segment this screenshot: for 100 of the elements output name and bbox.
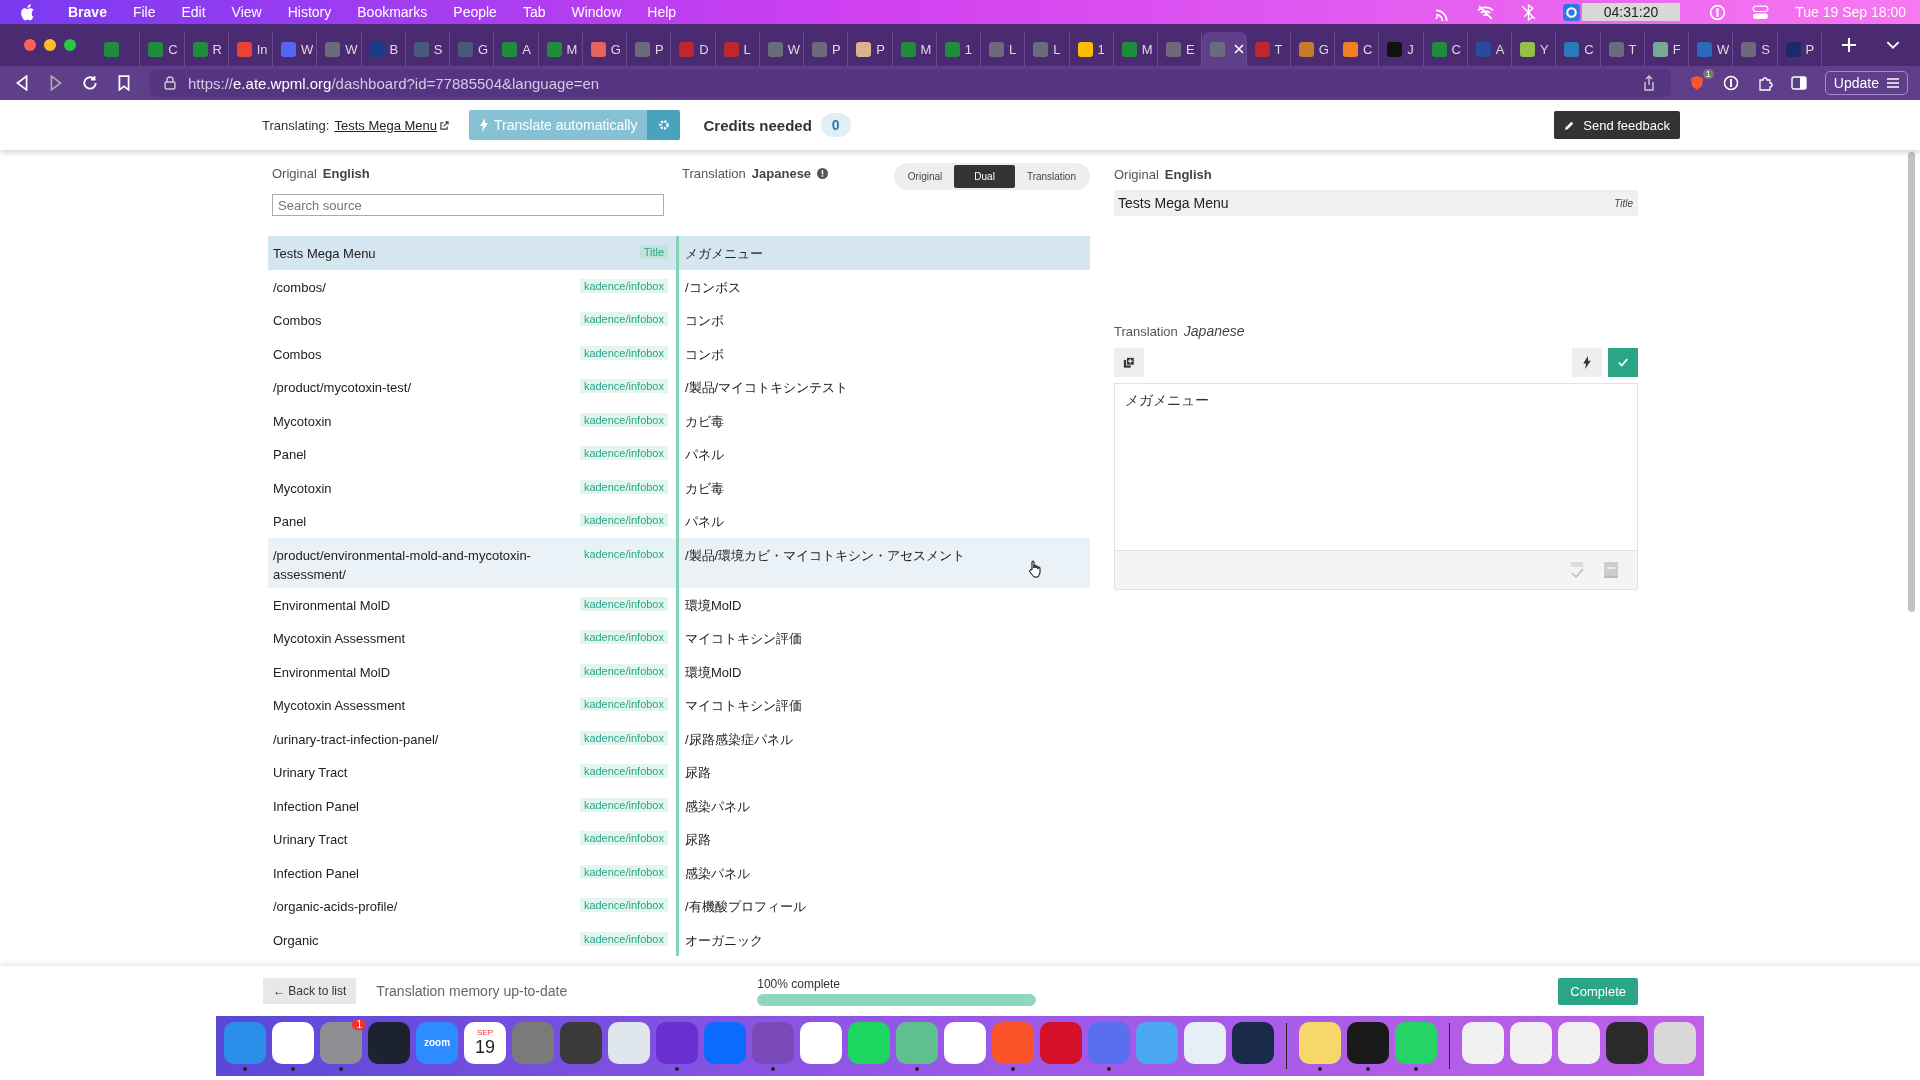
source-text: Mycotoxin Assessment — [273, 697, 406, 715]
segment-row[interactable]: Mycotoxin kadence/infobox カビ毒 — [268, 470, 1090, 504]
translated-text: /尿路感染症パネル — [685, 731, 793, 747]
timer-display[interactable]: 04:31:20 — [1581, 3, 1681, 21]
segment-row[interactable]: /organic-acids-profile/ kadence/infobox /有機酸プロフィール — [268, 889, 1090, 923]
segment-tag: kadence/infobox — [579, 764, 668, 778]
bookmark-icon[interactable] — [116, 75, 132, 91]
maximize-window-icon[interactable] — [64, 39, 76, 51]
view-mode-toggle[interactable]: Dual — [954, 165, 1015, 188]
segment-row[interactable]: Tests Mega Menu Title メガメニュー — [268, 236, 1090, 270]
close-window-icon[interactable] — [24, 39, 36, 51]
menu-item[interactable]: Bookmarks — [346, 4, 439, 20]
browser-tab[interactable] — [1202, 32, 1247, 66]
update-button[interactable]: Update — [1824, 71, 1908, 95]
menu-item[interactable]: Edit — [170, 4, 217, 20]
check-icon — [1617, 356, 1629, 369]
segment-row[interactable]: Environmental MolD kadence/infobox 環境MolD — [268, 654, 1090, 688]
external-link-icon[interactable] — [440, 120, 450, 130]
app-icon[interactable] — [608, 1021, 650, 1064]
copy-original-button[interactable] — [1114, 348, 1144, 377]
segment-row[interactable]: Infection Panel kadence/infobox 感染パネル — [268, 788, 1090, 822]
password-manager-icon[interactable] — [1722, 75, 1739, 91]
translation-editor[interactable]: メガメニュー — [1114, 383, 1638, 590]
settings-icon — [658, 119, 670, 131]
source-language: English — [322, 166, 370, 181]
minimize-window-icon[interactable] — [44, 39, 56, 51]
menu-item[interactable]: File — [121, 4, 167, 20]
segment-row[interactable]: Combos kadence/infobox コンボ — [268, 336, 1090, 370]
segment-row[interactable]: Combos kadence/infobox コンボ — [268, 303, 1090, 337]
send-feedback-button[interactable]: Send feedback — [1554, 111, 1680, 139]
app-icon[interactable] — [368, 1021, 410, 1064]
app-icon[interactable] — [1462, 1021, 1504, 1064]
settings-button[interactable] — [647, 110, 681, 140]
wifi-icon[interactable] — [1476, 3, 1494, 21]
menu-item[interactable]: Brave — [57, 4, 118, 20]
search-field[interactable]: Search source — [272, 194, 664, 216]
document-link[interactable]: Tests Mega Menu — [334, 117, 438, 133]
glossary-icon[interactable] — [1603, 561, 1619, 579]
app-icon[interactable] — [1299, 1021, 1341, 1064]
app-icon[interactable]: SEP 19 — [464, 1021, 506, 1064]
app-icon[interactable] — [1510, 1021, 1552, 1064]
source-text: Infection Panel — [273, 864, 359, 883]
sidebar-icon[interactable] — [1790, 75, 1807, 91]
segment-row[interactable]: /combos/ kadence/infobox /コンボス — [268, 269, 1090, 303]
back-to-list-button[interactable]: ← Back to list — [263, 978, 357, 1004]
original-label: Original — [272, 166, 317, 181]
app-icon[interactable] — [272, 1021, 314, 1064]
reload-icon[interactable] — [82, 75, 98, 91]
segment-row[interactable]: Panel kadence/infobox パネル — [268, 437, 1090, 471]
view-mode-toggle[interactable]: Translation — [1014, 165, 1088, 188]
timer-app-icon[interactable] — [1562, 3, 1580, 21]
apple-icon[interactable] — [20, 3, 35, 21]
segment-tag: kadence/infobox — [579, 312, 668, 326]
translated-text: カビ毒 — [685, 413, 724, 429]
segment-row[interactable]: Organic kadence/infobox オーガニック — [268, 922, 1090, 956]
menu-item[interactable]: Help — [636, 4, 688, 20]
segment-row[interactable]: /product/mycotoxin-test/ kadence/infobox /製品/マイコトキシンテスト — [268, 370, 1090, 404]
address-bar[interactable]: https://e.ate.wpml.org/dashboard?id=77885504&language=en — [150, 69, 1671, 97]
info-icon[interactable] — [817, 168, 829, 179]
segment-row[interactable]: Environmental MolD kadence/infobox 環境MolD — [268, 587, 1090, 621]
scrollbar-thumb[interactable] — [1908, 152, 1915, 612]
chevron-down-icon[interactable] — [1885, 40, 1900, 50]
app-icon[interactable] — [1184, 1021, 1226, 1064]
new-tab-icon[interactable] — [1841, 38, 1856, 52]
hand-pointer-icon — [1028, 560, 1042, 578]
app-icon[interactable] — [1232, 1021, 1274, 1064]
forward-icon[interactable] — [48, 75, 64, 91]
view-mode-toggle[interactable]: Original — [895, 165, 955, 188]
segment-row[interactable]: /product/environmental-mold-and-mycotoxin-assessment/ kadence/infobox /製品/環境カビ・マイコトキシン・アセスメント — [268, 537, 1090, 588]
app-icon[interactable] — [1606, 1021, 1648, 1064]
confirm-button[interactable] — [1608, 348, 1638, 377]
translated-text: 尿路 — [685, 765, 711, 780]
app-icon[interactable] — [800, 1021, 842, 1064]
segment-row[interactable]: Urinary Tract kadence/infobox 尿路 — [268, 822, 1090, 856]
segment-row[interactable]: Infection Panel kadence/infobox 感染パネル — [268, 855, 1090, 889]
segment-tag: Title — [639, 245, 668, 259]
back-icon[interactable] — [14, 75, 30, 91]
control-center-icon[interactable] — [1752, 3, 1770, 21]
menu-item[interactable]: View — [220, 4, 273, 20]
segment-row[interactable]: Urinary Tract kadence/infobox 尿路 — [268, 755, 1090, 789]
segment-row[interactable]: Mycotoxin kadence/infobox カビ毒 — [268, 403, 1090, 437]
app-icon[interactable] — [1558, 1021, 1600, 1064]
menu-item[interactable]: People — [442, 4, 508, 20]
segment-row[interactable]: Mycotoxin Assessment kadence/infobox マイコトキシン評価 — [268, 621, 1090, 655]
menu-item[interactable]: Tab — [511, 4, 557, 20]
app-icon[interactable] — [944, 1021, 986, 1064]
segment-row[interactable]: Mycotoxin Assessment kadence/infobox マイコトキシン評価 — [268, 688, 1090, 722]
close-icon[interactable] — [1234, 44, 1245, 54]
menu-item[interactable]: Window — [560, 4, 633, 20]
lion-shield-icon[interactable] — [1688, 75, 1705, 91]
source-text: Urinary Tract — [273, 764, 348, 782]
menu-item[interactable]: History — [276, 4, 343, 20]
bluetooth-icon[interactable] — [1519, 3, 1537, 21]
translated-text: マイコトキシン評価 — [685, 631, 802, 646]
segment-row[interactable]: /urinary-tract-infection-panel/ kadence/infobox /尿路感染症パネル — [268, 721, 1090, 755]
source-text: Environmental MolD — [273, 663, 391, 682]
puzzle-icon[interactable] — [1756, 75, 1773, 91]
app-icon[interactable] — [1347, 1021, 1389, 1064]
auto-translate-button[interactable] — [1572, 348, 1602, 377]
spellcheck-icon[interactable] — [1569, 561, 1585, 579]
